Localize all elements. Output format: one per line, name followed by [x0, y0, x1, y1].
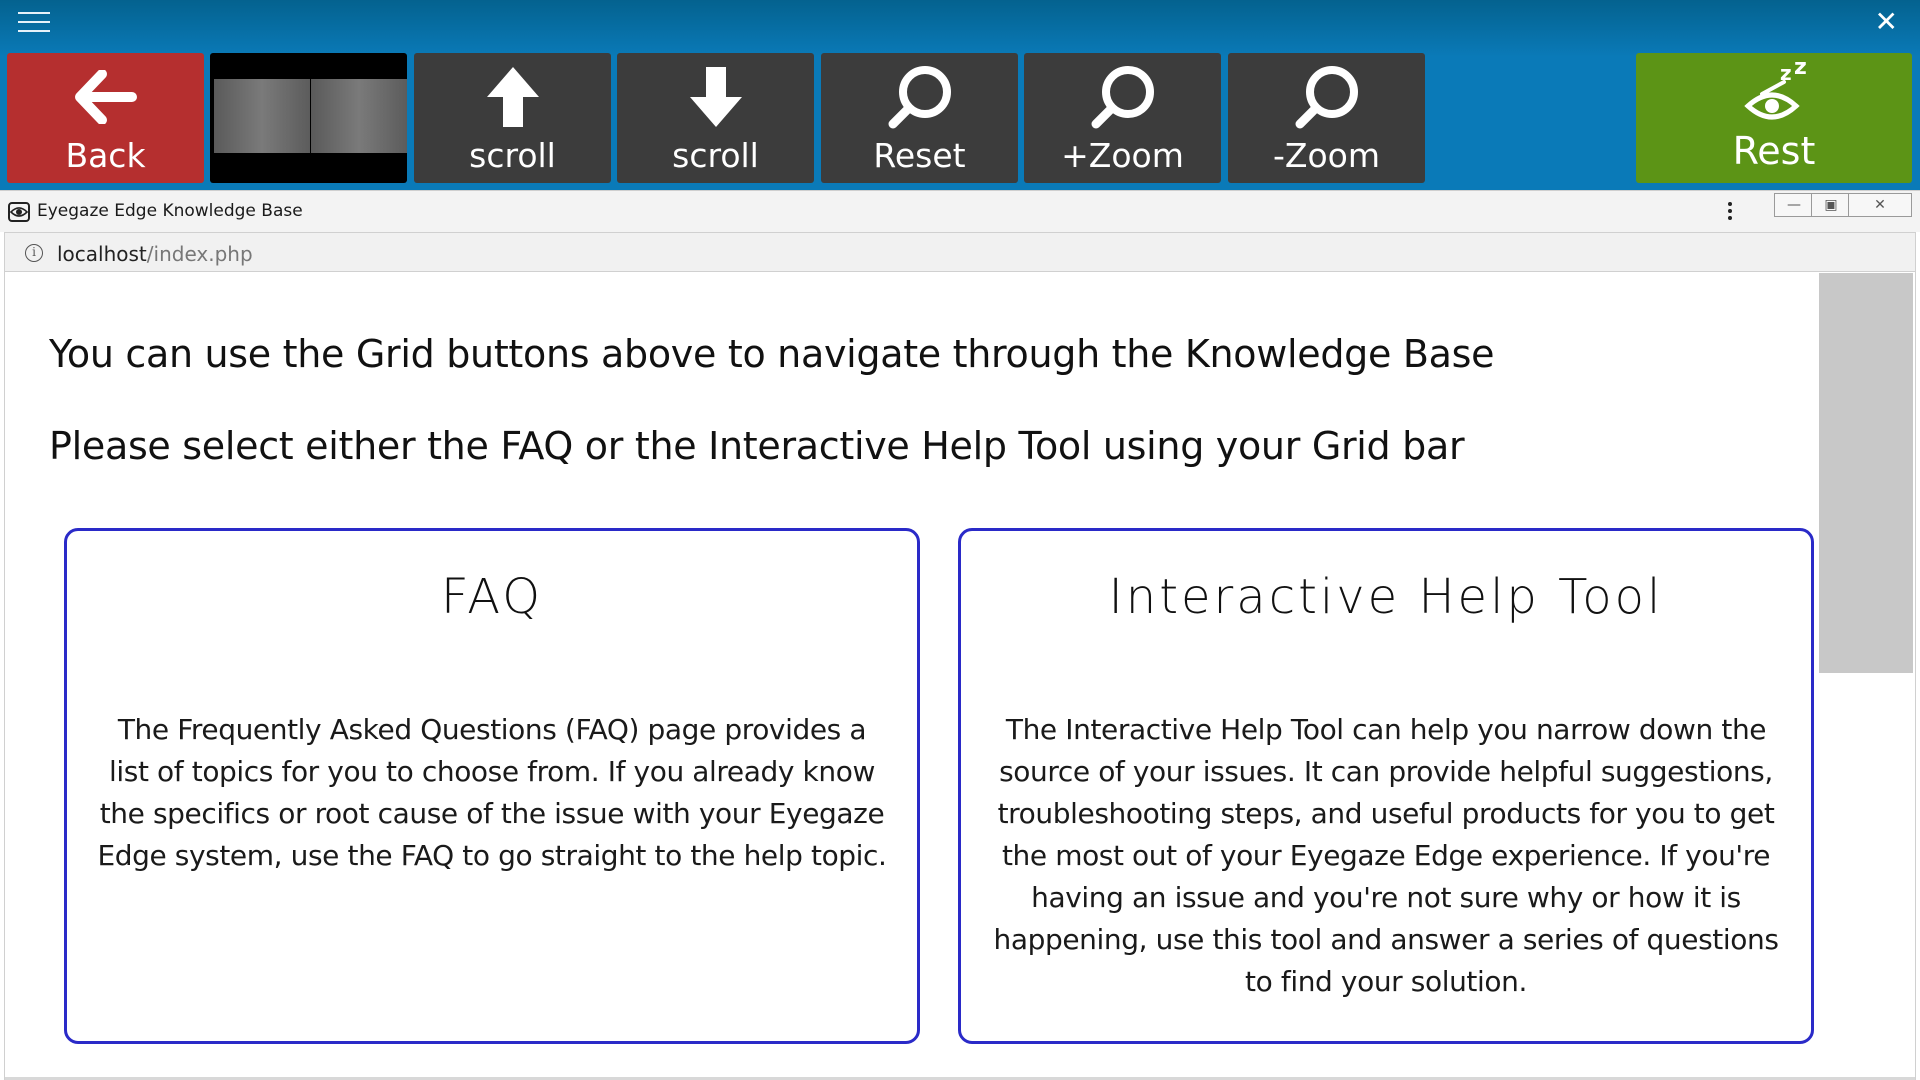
- eye-icon: [8, 202, 30, 226]
- zoom-in-label: +Zoom: [1061, 136, 1184, 175]
- magnifier-icon: [1024, 61, 1221, 133]
- interactive-help-tool-card-title: Interactive Help Tool: [1108, 569, 1664, 625]
- url-text[interactable]: localhost/index.php: [57, 242, 253, 266]
- rest-button[interactable]: z z Rest: [1636, 53, 1912, 183]
- scroll-up-button[interactable]: scroll: [414, 53, 611, 183]
- screen-thumbnail[interactable]: [210, 53, 407, 183]
- page-content: You can use the Grid buttons above to na…: [4, 272, 1916, 1080]
- url-host: localhost: [57, 242, 147, 266]
- zoom-out-label: -Zoom: [1272, 136, 1381, 175]
- reset-zoom-button[interactable]: Reset: [821, 53, 1018, 183]
- hamburger-icon[interactable]: [18, 12, 50, 34]
- intro-heading: You can use the Grid buttons above to na…: [49, 332, 1495, 376]
- thumbnail-pane-left: [214, 79, 310, 153]
- svg-text:z: z: [1794, 58, 1807, 80]
- back-button[interactable]: Back: [7, 53, 204, 183]
- faq-card-title: FAQ: [441, 569, 543, 625]
- eye-sleep-icon: z z: [1636, 57, 1912, 129]
- back-button-label: Back: [65, 136, 146, 175]
- zoom-out-button[interactable]: -Zoom: [1228, 53, 1425, 183]
- instruction-heading: Please select either the FAQ or the Inte…: [49, 424, 1465, 468]
- address-bar[interactable]: i localhost/index.php: [4, 232, 1916, 272]
- info-icon[interactable]: i: [25, 244, 43, 262]
- scrollbar-track[interactable]: [1819, 272, 1915, 1080]
- thumbnail-pane-right: [311, 79, 407, 153]
- scroll-up-label: scroll: [469, 136, 556, 175]
- interactive-help-tool-card-description: The Interactive Help Tool can help you n…: [993, 713, 1779, 998]
- browser-titlebar: Eyegaze Edge Knowledge Base — ▣ ✕: [0, 190, 1920, 232]
- interactive-help-tool-card[interactable]: Interactive Help Tool The Interactive He…: [958, 528, 1814, 1044]
- faq-card[interactable]: FAQ The Frequently Asked Questions (FAQ)…: [64, 528, 920, 1044]
- grid-toolbar: ✕ Back scroll scroll Reset +Zoom -Zoom z…: [0, 0, 1920, 190]
- magnifier-icon: [821, 61, 1018, 133]
- arrow-left-icon: [7, 61, 204, 133]
- reset-label: Reset: [873, 136, 966, 175]
- arrow-down-icon: [617, 61, 814, 133]
- scroll-down-label: scroll: [672, 136, 759, 175]
- close-icon[interactable]: ✕: [1875, 8, 1898, 36]
- scrollbar-thumb[interactable]: [1819, 273, 1913, 673]
- minimize-button[interactable]: —: [1774, 193, 1814, 217]
- faq-card-description: The Frequently Asked Questions (FAQ) pag…: [97, 713, 887, 872]
- window-title: Eyegaze Edge Knowledge Base: [37, 201, 303, 221]
- arrow-up-icon: [414, 61, 611, 133]
- more-options-icon[interactable]: [1724, 199, 1736, 223]
- window-close-button[interactable]: ✕: [1848, 193, 1912, 217]
- maximize-button[interactable]: ▣: [1811, 193, 1851, 217]
- zoom-in-button[interactable]: +Zoom: [1024, 53, 1221, 183]
- url-path: /index.php: [146, 242, 253, 266]
- scroll-down-button[interactable]: scroll: [617, 53, 814, 183]
- rest-label: Rest: [1732, 129, 1816, 173]
- magnifier-icon: [1228, 61, 1425, 133]
